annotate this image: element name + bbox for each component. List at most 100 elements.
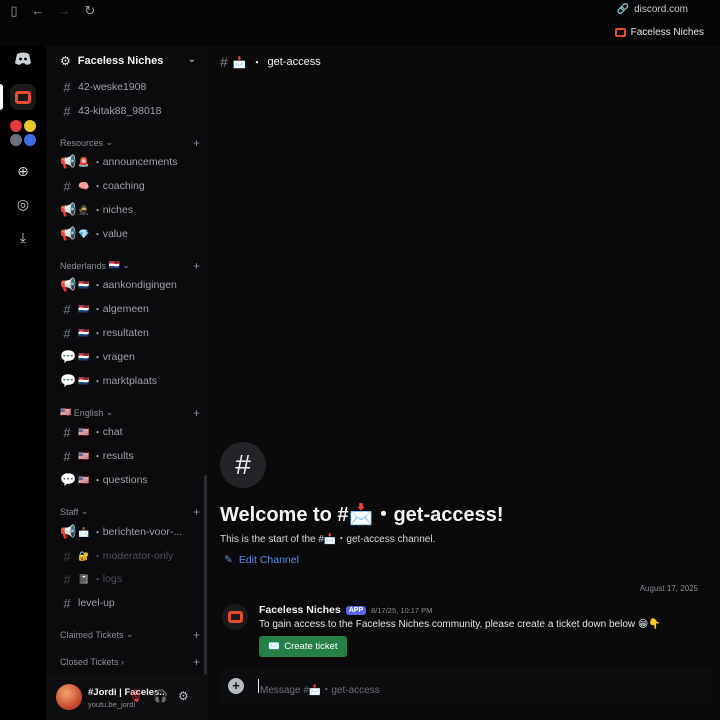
server-name: Faceless Niches	[77, 55, 164, 67]
channel-item[interactable]: # 📓 ・ logs	[54, 568, 202, 590]
channel-label: announcements	[102, 156, 178, 168]
add-channel-icon[interactable]: +	[193, 259, 200, 273]
folder-icon	[10, 120, 36, 146]
attach-plus-icon[interactable]: +	[228, 678, 244, 694]
settings-gear-icon[interactable]: ⚙	[178, 689, 189, 703]
channel-item[interactable]: 💬 🇳🇱 ・ vragen	[54, 346, 202, 368]
channel-header: # 📩 ・ get-access	[220, 54, 321, 70]
sidebar-scrollbar[interactable]	[204, 475, 207, 675]
sidebar-toggle-icon[interactable]: ▯	[6, 3, 22, 19]
add-channel-icon[interactable]: +	[193, 136, 200, 150]
category-label: Claimed Tickets	[60, 629, 124, 640]
server-folder[interactable]	[10, 120, 36, 146]
add-channel-icon[interactable]: +	[193, 628, 200, 642]
category-label: Staff	[60, 506, 79, 517]
edit-channel-link[interactable]: ✎ Edit Channel	[224, 554, 299, 566]
announcement-icon: 📢	[60, 226, 77, 241]
announcement-icon: 📢	[60, 277, 77, 292]
channel-label: logs	[102, 573, 122, 585]
tab-title[interactable]: Faceless Niches	[614, 27, 704, 38]
address-bar[interactable]: 🔗 discord.com	[617, 4, 688, 15]
forum-icon: 💬	[60, 349, 77, 364]
tab-title-text: Faceless Niches	[630, 27, 704, 38]
channel-item[interactable]: # level-up	[54, 592, 202, 614]
download-icon[interactable]: ⤓	[10, 224, 36, 250]
channel-label: moderator-only	[102, 550, 174, 562]
channel-item[interactable]: 💬 🇳🇱 ・ marktplaats	[54, 370, 202, 392]
channel-item[interactable]: #42-weske1908	[54, 76, 202, 98]
channel-item[interactable]: 📢 🥷 ・ niches	[54, 199, 202, 221]
channel-label: coaching	[102, 180, 145, 192]
channel-item[interactable]: # 🧠 ・ coaching	[54, 175, 202, 197]
channel-emoji: 📓	[78, 573, 90, 584]
discover-icon[interactable]: ◎	[10, 191, 36, 217]
channel-item[interactable]: # 🇺🇸 ・ results	[54, 445, 202, 467]
channel-emoji: 🇳🇱	[78, 327, 90, 338]
message-input[interactable]: Message #📩・get-access	[260, 681, 380, 696]
add-channel-icon[interactable]: +	[193, 655, 200, 669]
back-icon[interactable]: ←	[30, 3, 46, 19]
channel-item[interactable]: # 🇳🇱 ・ resultaten	[54, 322, 202, 344]
add-channel-icon[interactable]: +	[193, 406, 200, 420]
channel-emoji: 🇳🇱	[78, 303, 90, 314]
channel-item[interactable]: # 🇳🇱 ・ algemeen	[54, 298, 202, 320]
category-nederlands[interactable]: Nederlands 🇳🇱 ⌄ +	[60, 259, 200, 273]
channel-label: berichten-voor-...	[102, 526, 183, 538]
channel-item[interactable]: #43-kitak88_98018	[54, 100, 202, 122]
chevron-down-icon: ⌄	[187, 54, 196, 65]
channel-item[interactable]: # 🔐 ・ moderator-only	[54, 545, 202, 567]
category-closed-tickets[interactable]: Closed Tickets › +	[60, 655, 200, 669]
server-header[interactable]: ⚙ Faceless Niches ⌄	[46, 46, 208, 76]
server-gear-icon: ⚙	[60, 54, 71, 68]
server-faceless-niches[interactable]	[10, 84, 36, 110]
channel-emoji: 🥷	[78, 204, 90, 215]
channel-emoji: 📩	[78, 526, 90, 537]
channel-emoji: 🇳🇱	[78, 279, 90, 290]
message-author[interactable]: Faceless Niches	[259, 604, 341, 616]
category-resources[interactable]: Resources ⌄ +	[60, 136, 200, 150]
channel-item[interactable]: 📢 💎 ・ value	[54, 223, 202, 245]
channel-label: level-up	[78, 597, 115, 609]
channel-item[interactable]: 📢 🇳🇱 ・ aankondigingen	[54, 274, 202, 296]
message-composer[interactable]: + Message #📩・get-access	[220, 668, 712, 704]
link-icon: 🔗	[616, 4, 630, 15]
category-claimed-tickets[interactable]: Claimed Tickets ⌄ +	[60, 628, 200, 642]
channel-item[interactable]: 📢 📩 ・ berichten-voor-...	[54, 521, 202, 543]
channel-label: resultaten	[102, 327, 149, 339]
channel-label: niches	[102, 204, 134, 216]
channel-hash-icon: #	[220, 442, 266, 488]
text-caret	[258, 679, 259, 693]
channel-emoji: 🇺🇸	[78, 450, 90, 461]
channel-label: algemeen	[102, 303, 149, 315]
channel-emoji: 🇳🇱	[78, 351, 90, 362]
forward-icon[interactable]: →	[56, 3, 72, 19]
channel-label: chat	[102, 426, 123, 438]
channel-item[interactable]: 📢 🚨 ・ announcements	[54, 151, 202, 173]
add-channel-icon[interactable]: +	[193, 505, 200, 519]
announcement-icon: 📢	[60, 524, 77, 539]
hash-icon: #	[63, 79, 71, 95]
channel-item[interactable]: 💬 🇺🇸 ・ questions	[54, 469, 202, 491]
create-ticket-button[interactable]: ✉️ Create ticket	[259, 636, 347, 657]
mute-icon[interactable]: 🎙	[128, 689, 143, 703]
category-english[interactable]: 🇺🇸 English ⌄ +	[60, 406, 200, 420]
reload-icon[interactable]: ↻	[82, 3, 98, 19]
hash-icon: #	[63, 103, 71, 119]
message-timestamp: 8/17/25, 10:17 PM	[371, 605, 433, 615]
channel-label: aankondigingen	[102, 279, 177, 291]
channel-item[interactable]: # 🇺🇸 ・ chat	[54, 421, 202, 443]
bot-avatar[interactable]	[222, 604, 248, 630]
hash-icon: #	[63, 571, 71, 587]
welcome-subtitle: This is the start of the #📩・get-access c…	[220, 534, 436, 545]
discord-home-icon[interactable]	[10, 46, 36, 72]
avatar[interactable]	[56, 684, 82, 710]
hash-icon: #	[63, 595, 71, 611]
headphones-icon[interactable]: 🎧	[153, 689, 168, 703]
announcement-icon: 📢	[60, 202, 77, 217]
add-server-icon[interactable]: ⊕	[10, 158, 36, 184]
channel-emoji: 🔐	[78, 550, 90, 561]
channel-label: vragen	[102, 351, 135, 363]
welcome-title: Welcome to #📩・get-access!	[220, 504, 504, 526]
category-staff[interactable]: Staff ⌄ +	[60, 505, 200, 519]
chat-area: # 📩 ・ get-access # Welcome to #📩・get-acc…	[208, 46, 720, 720]
